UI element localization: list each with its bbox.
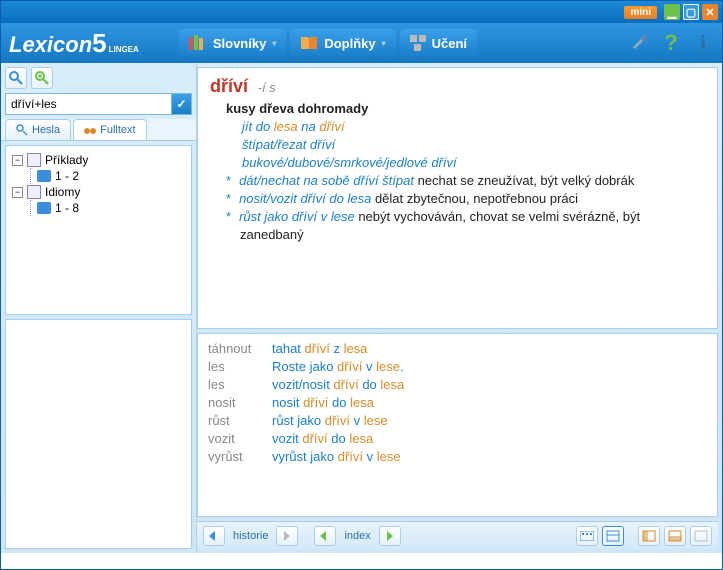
chevron-down-icon: ▾ — [272, 39, 276, 48]
close-button[interactable]: ✕ — [702, 4, 718, 20]
tab-label: Hesla — [32, 124, 60, 136]
layout-button-1[interactable] — [638, 526, 660, 546]
menu-learning[interactable]: Učení — [400, 29, 477, 57]
reference-row[interactable]: táhnouttahat dříví z lesa — [208, 340, 707, 358]
reference-text: vozit/nosit dříví do lesa — [272, 376, 404, 394]
document-icon — [27, 153, 41, 167]
title-bar: mini ▁ ▢ ✕ — [1, 1, 722, 23]
layout-button-2[interactable] — [664, 526, 686, 546]
search-button[interactable] — [5, 67, 27, 89]
idiom-line: nosit/vozit dříví do lesa dělat zbytečno… — [226, 190, 705, 208]
settings-button[interactable] — [628, 32, 650, 54]
keyboard-button[interactable] — [576, 526, 598, 546]
index-back-button[interactable] — [314, 526, 336, 546]
logo-num: 5 — [92, 28, 106, 59]
search-submit-button[interactable]: ✓ — [172, 93, 192, 115]
entry-pane: dříví -í s kusy dřeva dohromady jít do l… — [197, 67, 718, 329]
tree-label: Příklady — [45, 153, 88, 167]
book-icon — [37, 202, 51, 214]
reference-key: vyrůst — [208, 448, 272, 466]
tab-hesla[interactable]: Hesla — [5, 119, 71, 140]
collapse-icon[interactable]: − — [12, 155, 23, 166]
logo-text: Lexicon — [9, 32, 92, 58]
index-forward-button[interactable] — [379, 526, 401, 546]
header: Lexicon5LINGEA Slovníky ▾ Doplňky ▾ Učen… — [1, 23, 722, 63]
tab-fulltext[interactable]: Fulltext — [73, 119, 146, 140]
reference-row[interactable]: lesvozit/nosit dříví do lesa — [208, 376, 707, 394]
reference-row[interactable]: vozitvozit dříví do lesa — [208, 430, 707, 448]
logo-sup: LINGEA — [109, 45, 139, 54]
reference-key: nosit — [208, 394, 272, 412]
reference-row[interactable]: nositnosit dříví do lesa — [208, 394, 707, 412]
reference-key: les — [208, 358, 272, 376]
logo: Lexicon5LINGEA — [9, 28, 139, 59]
tab-label: Fulltext — [100, 124, 135, 136]
left-bottom-pane — [5, 319, 192, 549]
reference-text: růst jako dříví v lese — [272, 412, 388, 430]
reference-text: Roste jako dříví v lese. — [272, 358, 404, 376]
reference-key: táhnout — [208, 340, 272, 358]
binoculars-icon — [84, 124, 96, 136]
morphology: -í s — [258, 80, 276, 95]
blocks-icon — [410, 35, 426, 51]
tree-label: Idiomy — [45, 185, 80, 199]
document-icon — [27, 185, 41, 199]
minimize-button[interactable]: ▁ — [664, 4, 680, 20]
history-forward-button[interactable] — [276, 526, 298, 546]
search-input[interactable] — [5, 93, 172, 115]
bottom-toolbar: historie index — [197, 521, 718, 549]
main-menu: Slovníky ▾ Doplňky ▾ Učení — [179, 29, 477, 57]
reference-key: les — [208, 376, 272, 394]
header-tools: ? i — [628, 32, 714, 54]
headword: dříví — [210, 76, 248, 96]
history-label: historie — [229, 530, 272, 542]
index-label: index — [340, 530, 374, 542]
layout-button-3[interactable] — [690, 526, 712, 546]
reference-text: vyrůst jako dříví v lese — [272, 448, 401, 466]
definition: kusy dřeva dohromady — [226, 101, 705, 116]
reference-key: růst — [208, 412, 272, 430]
mini-badge: mini — [624, 6, 657, 19]
maximize-button[interactable]: ▢ — [683, 4, 699, 20]
reference-text: tahat dříví z lesa — [272, 340, 367, 358]
history-back-button[interactable] — [203, 526, 225, 546]
idiom-line: dát/nechat na sobě dříví štípat nechat s… — [226, 172, 705, 190]
left-pane: ✓ Hesla Fulltext − Příklady 1 - 2 — [1, 63, 197, 553]
tree-leaf[interactable]: 1 - 2 — [37, 168, 185, 184]
reference-row[interactable]: vyrůstvyrůst jako dříví v lese — [208, 448, 707, 466]
help-button[interactable]: ? — [660, 32, 682, 54]
tree-range: 1 - 8 — [55, 201, 79, 215]
tree-node-idioms[interactable]: − Idiomy — [12, 184, 185, 200]
tree-node-examples[interactable]: − Příklady — [12, 152, 185, 168]
right-pane: dříví -í s kusy dřeva dohromady jít do l… — [197, 63, 722, 553]
book-icon — [37, 170, 51, 182]
idiom-line: růst jako dříví v lese nebýt vychováván,… — [226, 208, 705, 244]
collapse-icon[interactable]: − — [12, 187, 23, 198]
chevron-down-icon: ▾ — [382, 39, 386, 48]
reference-row[interactable]: lesRoste jako dříví v lese. — [208, 358, 707, 376]
reference-row[interactable]: růstrůst jako dříví v lese — [208, 412, 707, 430]
example-line: bukové/dubové/smrkové/jedlové dříví — [242, 154, 705, 172]
example-line: jít do lesa na dříví — [242, 118, 705, 136]
search-icon — [16, 124, 28, 136]
menu-label: Učení — [432, 36, 467, 51]
menu-label: Doplňky — [324, 36, 375, 51]
info-button[interactable]: i — [692, 32, 714, 54]
book-open-icon — [300, 36, 318, 50]
result-tree: − Příklady 1 - 2 − Idiomy 1 - 8 — [5, 145, 192, 315]
reference-text: nosit dříví do lesa — [272, 394, 374, 412]
tree-leaf[interactable]: 1 - 8 — [37, 200, 185, 216]
reference-key: vozit — [208, 430, 272, 448]
example-line: štípat/řezat dříví — [242, 136, 705, 154]
books-icon — [189, 35, 207, 51]
tree-range: 1 - 2 — [55, 169, 79, 183]
menu-dictionaries[interactable]: Slovníky ▾ — [179, 29, 286, 57]
reference-text: vozit dříví do lesa — [272, 430, 373, 448]
menu-addons[interactable]: Doplňky ▾ — [290, 29, 395, 57]
references-pane: táhnouttahat dříví z lesalesRoste jako d… — [197, 333, 718, 517]
tool-button-1[interactable] — [602, 526, 624, 546]
zoom-in-button[interactable] — [31, 67, 53, 89]
result-tabs: Hesla Fulltext — [1, 119, 196, 141]
menu-label: Slovníky — [213, 36, 266, 51]
